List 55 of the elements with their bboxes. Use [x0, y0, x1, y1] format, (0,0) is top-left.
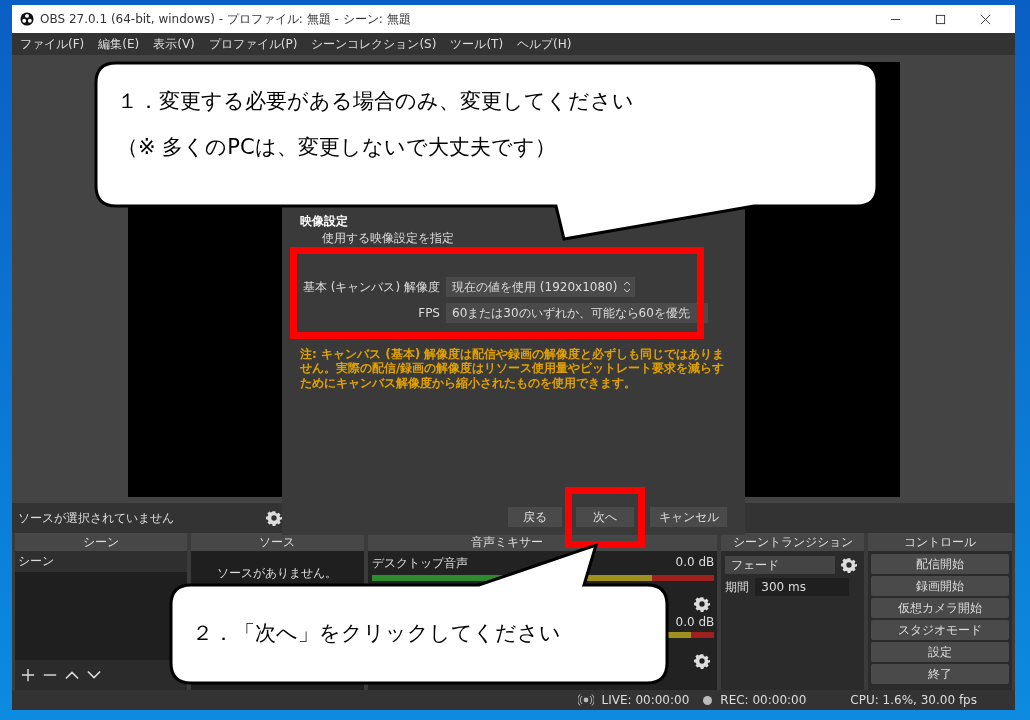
- settings-icon[interactable]: [841, 557, 858, 573]
- callout-text: １．変更する必要がある場合のみ、変更してください: [117, 88, 634, 115]
- logo-icon: [20, 12, 34, 26]
- control-button[interactable]: 終了: [871, 664, 1009, 684]
- panel-title: 音声ミキサー: [471, 533, 544, 551]
- menu-item[interactable]: プロファイル(P): [208, 35, 298, 53]
- rec-time: REC: 00:00:00: [720, 693, 807, 707]
- menu-item[interactable]: 表示(V): [153, 35, 195, 53]
- field-label: 基本 (キャンバス) 解像度: [302, 278, 440, 296]
- dialog-title: 映像設定: [300, 213, 349, 230]
- no-source-label: ソースが選択されていません: [18, 509, 175, 527]
- add-icon[interactable]: [21, 668, 35, 682]
- dropdown-field[interactable]: 60または30のいずれか、可能なら60を優先: [446, 303, 708, 323]
- dialog-button[interactable]: 次へ: [576, 507, 634, 527]
- menu-item[interactable]: ファイル(F): [20, 35, 85, 53]
- field-label: FPS: [417, 306, 440, 320]
- control-button[interactable]: 仮想カメラ開始: [871, 598, 1009, 618]
- broadcast-icon: [577, 694, 594, 706]
- volume-reading: 0.0 dB: [675, 555, 715, 571]
- callout-text: （※ 多くのPCは、変更しないで大丈夫です）: [117, 134, 557, 161]
- scene-item[interactable]: シーン: [15, 551, 187, 572]
- duration-label: 期間: [725, 578, 750, 596]
- control-button[interactable]: スタジオモード: [871, 620, 1009, 640]
- panel-title: ソース: [259, 533, 296, 551]
- close-icon[interactable]: [980, 13, 991, 25]
- settings-icon[interactable]: [694, 596, 711, 612]
- volume-reading: 0.0 dB: [675, 615, 715, 629]
- menu-item[interactable]: ツール(T): [450, 35, 504, 53]
- menu-item[interactable]: 編集(E): [98, 35, 140, 53]
- settings-icon[interactable]: [266, 510, 282, 526]
- control-button[interactable]: 配信開始: [871, 554, 1009, 574]
- transition-dropdown[interactable]: フェード: [725, 556, 836, 574]
- record-icon: [703, 695, 713, 705]
- menu-item[interactable]: シーンコレクション(S): [311, 35, 437, 53]
- dropdown-field[interactable]: 現在の値を使用 (1920x1080): [446, 277, 636, 297]
- panel-title: シーン: [82, 533, 119, 551]
- settings-icon[interactable]: [694, 653, 711, 669]
- maximize-icon[interactable]: [935, 13, 946, 25]
- empty-sources-text: ソースがありません。: [217, 565, 338, 582]
- duration-field[interactable]: 300 ms: [755, 578, 850, 596]
- live-time: LIVE: 00:00:00: [601, 693, 690, 707]
- panel-title: コントロール: [904, 533, 977, 551]
- window-title: OBS 27.0.1 (64-bit, windows) - プロファイル: 無題 - シーン: 無題: [40, 10, 412, 28]
- callout-text: ２．「次へ」をクリックしてください: [192, 620, 561, 647]
- dialog-button[interactable]: キャンセル: [650, 507, 727, 527]
- dialog-button[interactable]: 戻る: [508, 507, 562, 527]
- note-text: 注: キャンバス (基本) 解像度は配信や録画の解像度と必ずしも同じではありません。実際の配信/録画の解像度はリソース使用量やビットレート要求を減らすためにキャンバス解像度から縮小されたものを使用できます。: [300, 347, 726, 391]
- channel-name: デスクトップ音声: [371, 555, 468, 572]
- spinner-arrows-icon[interactable]: [623, 281, 632, 293]
- cpu-usage: CPU: 1.6%, 30.00 fps: [850, 693, 977, 707]
- dialog-subtitle: 使用する映像設定を指定: [321, 230, 455, 247]
- menu-item[interactable]: ヘルプ(H): [517, 35, 572, 53]
- control-button[interactable]: 設定: [871, 642, 1009, 662]
- control-button[interactable]: 録画開始: [871, 576, 1009, 596]
- panel-title: シーントランジション: [732, 533, 853, 551]
